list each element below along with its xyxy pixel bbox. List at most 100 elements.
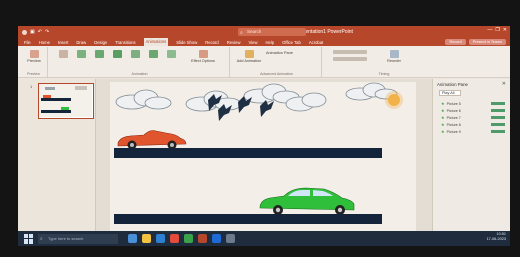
- animation-item[interactable]: ★ Picture 6: [441, 108, 505, 113]
- tab-office-tab[interactable]: Office Tab: [282, 40, 301, 45]
- quick-access-toolbar: ▣ ↶ ↷: [18, 29, 138, 35]
- tab-design[interactable]: Design: [94, 40, 107, 45]
- tab-transitions[interactable]: Transitions: [115, 40, 135, 45]
- star-icon: ★: [441, 115, 445, 120]
- tab-file[interactable]: File: [24, 40, 31, 45]
- close-button[interactable]: ✕: [503, 27, 507, 33]
- slide-thumbnail-preview: [39, 84, 92, 117]
- reorder-icon: [389, 50, 399, 58]
- app-icon[interactable]: [226, 234, 235, 243]
- window-controls: — ❐ ✕: [487, 27, 507, 33]
- anim-appear[interactable]: [74, 50, 88, 59]
- tab-slide-show[interactable]: Slide Show: [176, 40, 197, 45]
- timing-bar: [491, 123, 505, 126]
- effect-options-button[interactable]: Effect Options: [188, 50, 218, 63]
- animation-pane-toggle[interactable]: Animation Pane: [266, 51, 293, 55]
- search-placeholder: Search: [247, 29, 262, 34]
- add-animation-label: Add Animation: [236, 59, 262, 63]
- anim-fly-in[interactable]: [110, 50, 124, 59]
- duration-field[interactable]: [330, 57, 370, 62]
- minimize-button[interactable]: —: [487, 27, 492, 33]
- taskbar-search[interactable]: ⌕ Type here to search: [38, 233, 118, 244]
- powerpoint-icon[interactable]: [198, 234, 207, 243]
- slide-thumbnail[interactable]: [38, 83, 94, 119]
- tab-draw[interactable]: Draw: [76, 40, 86, 45]
- taskbar-search-placeholder: Type here to search: [48, 235, 84, 241]
- start-dropdown[interactable]: [330, 50, 370, 55]
- tab-animations[interactable]: Animations: [143, 38, 169, 46]
- ribbon: Preview Preview Effect Options Animation: [18, 46, 510, 78]
- anim-float-in[interactable]: [128, 50, 142, 59]
- timing-bar: [491, 102, 505, 105]
- preview-button[interactable]: Preview: [24, 50, 44, 63]
- undo-icon[interactable]: ↶: [38, 29, 42, 35]
- road-lower: [114, 214, 382, 224]
- cloud-1: [115, 89, 172, 110]
- save-icon[interactable]: ▣: [30, 29, 35, 35]
- present-in-teams-button[interactable]: Present in Teams: [468, 39, 506, 45]
- maximize-button[interactable]: ❐: [495, 27, 499, 33]
- anim-none[interactable]: [56, 50, 70, 59]
- anim-wipe[interactable]: [164, 50, 178, 59]
- tab-help[interactable]: Help: [265, 40, 274, 45]
- tab-insert[interactable]: Insert: [58, 40, 68, 45]
- animation-item-label: Picture 9: [446, 129, 461, 134]
- redo-icon[interactable]: ↷: [45, 29, 49, 35]
- tab-view[interactable]: View: [248, 40, 257, 45]
- animation-item[interactable]: ★ Picture 5: [441, 101, 505, 106]
- system-tray[interactable]: 10:51 17-06-2023: [487, 232, 506, 242]
- search-icon: ⌕: [240, 30, 243, 36]
- play-all-button[interactable]: Play All: [439, 90, 461, 96]
- green-car: [259, 187, 355, 215]
- effect-options-label: Effect Options: [191, 59, 215, 63]
- animation-item[interactable]: ★ Picture 7: [441, 115, 505, 120]
- red-car: [117, 130, 187, 150]
- animation-item[interactable]: ★ Picture 9: [441, 129, 505, 134]
- anim-appear-icon: [76, 50, 86, 58]
- monitor-bezel: ▣ ↶ ↷ Presentation1 PowerPoint ⌕ Search …: [0, 0, 520, 257]
- autosave-toggle[interactable]: [22, 29, 27, 35]
- search-icon: ⌕: [40, 235, 43, 242]
- anim-none-icon: [58, 50, 68, 58]
- preview-group-label: Preview: [27, 72, 40, 76]
- advanced-animation-options[interactable]: Animation Pane: [266, 50, 316, 56]
- star-icon: ★: [441, 108, 445, 113]
- tab-record[interactable]: Record: [205, 40, 219, 45]
- animation-item-label: Picture 7: [446, 115, 461, 120]
- search-box[interactable]: ⌕ Search: [238, 28, 306, 36]
- slide-editing-area: [96, 79, 432, 235]
- anim-fade[interactable]: [92, 50, 106, 59]
- tab-review[interactable]: Review: [227, 40, 241, 45]
- record-button[interactable]: Record: [445, 39, 466, 45]
- add-animation-icon: [244, 50, 254, 58]
- slide-thumbnail-pane: 1: [18, 79, 96, 235]
- windows-start-icon[interactable]: [24, 233, 34, 244]
- tab-home[interactable]: Home: [39, 40, 50, 45]
- windows-taskbar: ⌕ Type here to search 10:51 17-06-2023: [18, 231, 510, 246]
- whatsapp-icon[interactable]: [184, 234, 193, 243]
- edge-icon[interactable]: [156, 234, 165, 243]
- task-view-icon[interactable]: [128, 234, 137, 243]
- anim-split[interactable]: [146, 50, 160, 59]
- preview-button-label: Preview: [27, 59, 41, 63]
- add-animation-button[interactable]: Add Animation: [236, 50, 262, 63]
- slide-canvas[interactable]: [110, 82, 416, 232]
- ribbon-right-actions: Record Present in Teams: [445, 39, 506, 45]
- anim-split-icon: [148, 50, 158, 58]
- chrome-icon[interactable]: [170, 234, 179, 243]
- reorder-button[interactable]: Reorder: [380, 50, 408, 63]
- screen: ▣ ↶ ↷ Presentation1 PowerPoint ⌕ Search …: [18, 26, 510, 246]
- animation-item[interactable]: ★ Picture 8: [441, 122, 505, 127]
- star-icon: ★: [441, 122, 445, 127]
- file-explorer-icon[interactable]: [142, 234, 151, 243]
- slide-artwork: [114, 82, 403, 224]
- ribbon-group-animation: Effect Options Animation: [50, 47, 230, 77]
- word-icon[interactable]: [212, 234, 221, 243]
- taskbar-apps: [128, 234, 235, 243]
- star-icon: ★: [441, 129, 445, 134]
- tab-acrobat[interactable]: Acrobat: [309, 40, 323, 45]
- reorder-label: Reorder: [387, 59, 401, 63]
- close-icon[interactable]: ✕: [502, 81, 506, 87]
- timing-bar: [491, 109, 505, 112]
- animation-pane: Animation Pane ✕ Play All ★ Picture 5 ★ Pi…: [432, 79, 510, 241]
